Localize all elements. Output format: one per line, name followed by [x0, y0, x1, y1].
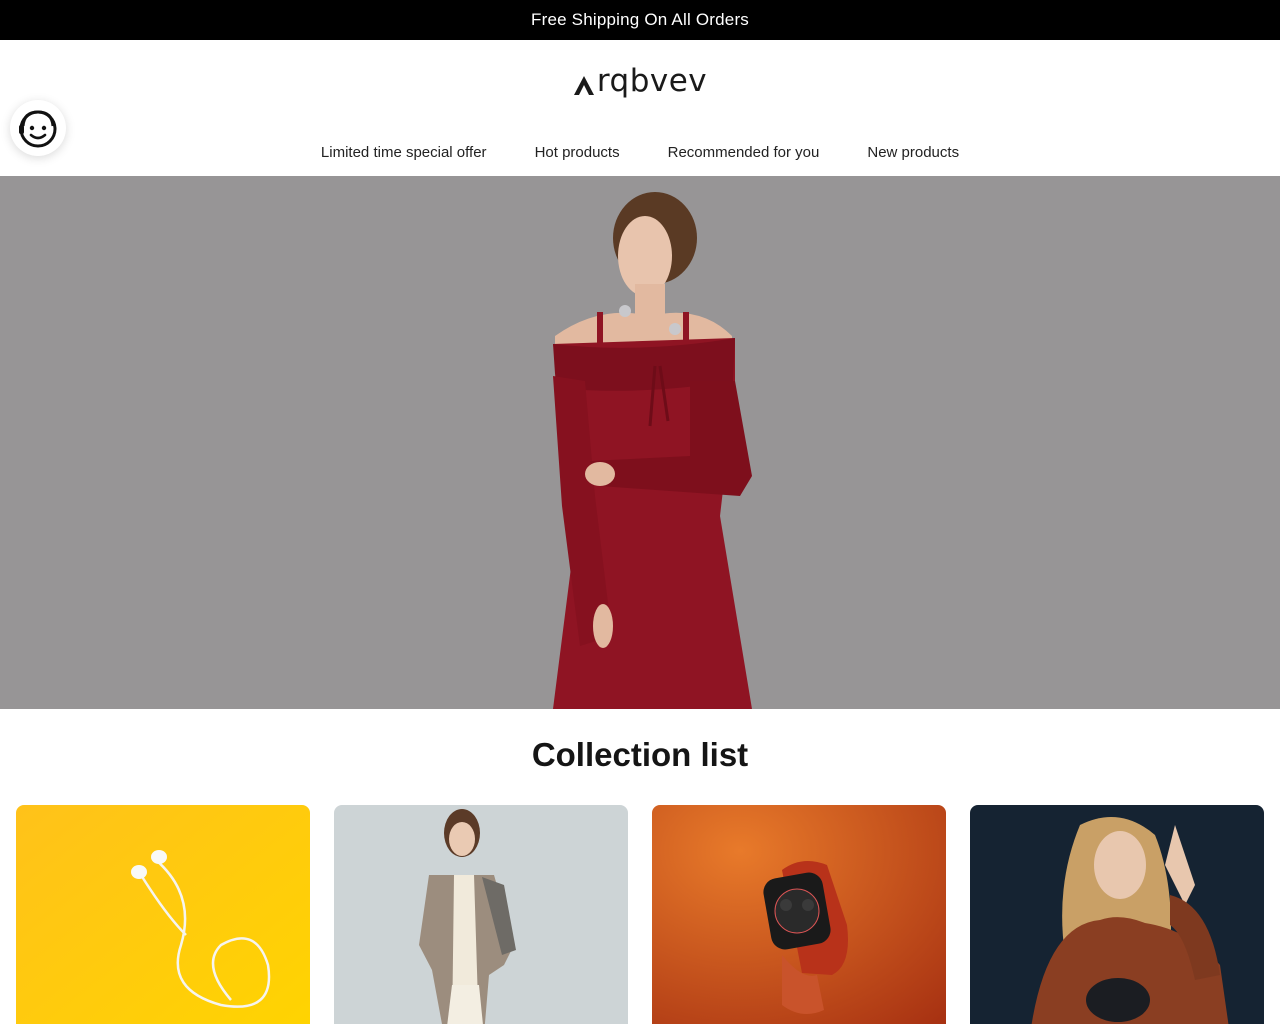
nav-item-new-products[interactable]: New products — [867, 144, 959, 161]
nav-item-hot-products[interactable]: Hot products — [535, 144, 620, 161]
sweater-model-image — [970, 805, 1264, 1024]
customer-service-face-icon — [19, 110, 57, 148]
brand-logo[interactable]: rqbvev — [0, 66, 1280, 97]
announcement-bar: Free Shipping On All Orders — [0, 0, 1280, 40]
customer-service-button[interactable] — [10, 100, 66, 156]
collection-card-blazer[interactable] — [334, 805, 628, 1024]
main-nav: Limited time special offer Hot products … — [0, 144, 1280, 161]
nav-item-limited-offer[interactable]: Limited time special offer — [321, 144, 487, 161]
collection-card-sweater[interactable] — [970, 805, 1264, 1024]
collection-card-smartwatch[interactable] — [652, 805, 946, 1024]
hero-banner[interactable] — [0, 176, 1280, 709]
earphones-image — [16, 805, 310, 1024]
nav-item-recommended[interactable]: Recommended for you — [668, 144, 820, 161]
smartwatch-image — [652, 805, 946, 1024]
collection-card-earphones[interactable] — [16, 805, 310, 1024]
hero-model-image — [0, 176, 1280, 709]
collection-list-title: Collection list — [531, 736, 749, 773]
announcement-text: Free Shipping On All Orders — [531, 10, 749, 29]
logo-triangle-icon — [573, 75, 594, 95]
brand-name: rqbvev — [596, 63, 708, 99]
blazer-model-image — [334, 805, 628, 1024]
site-header: rqbvev Limited time special offer Hot pr… — [0, 40, 1280, 176]
